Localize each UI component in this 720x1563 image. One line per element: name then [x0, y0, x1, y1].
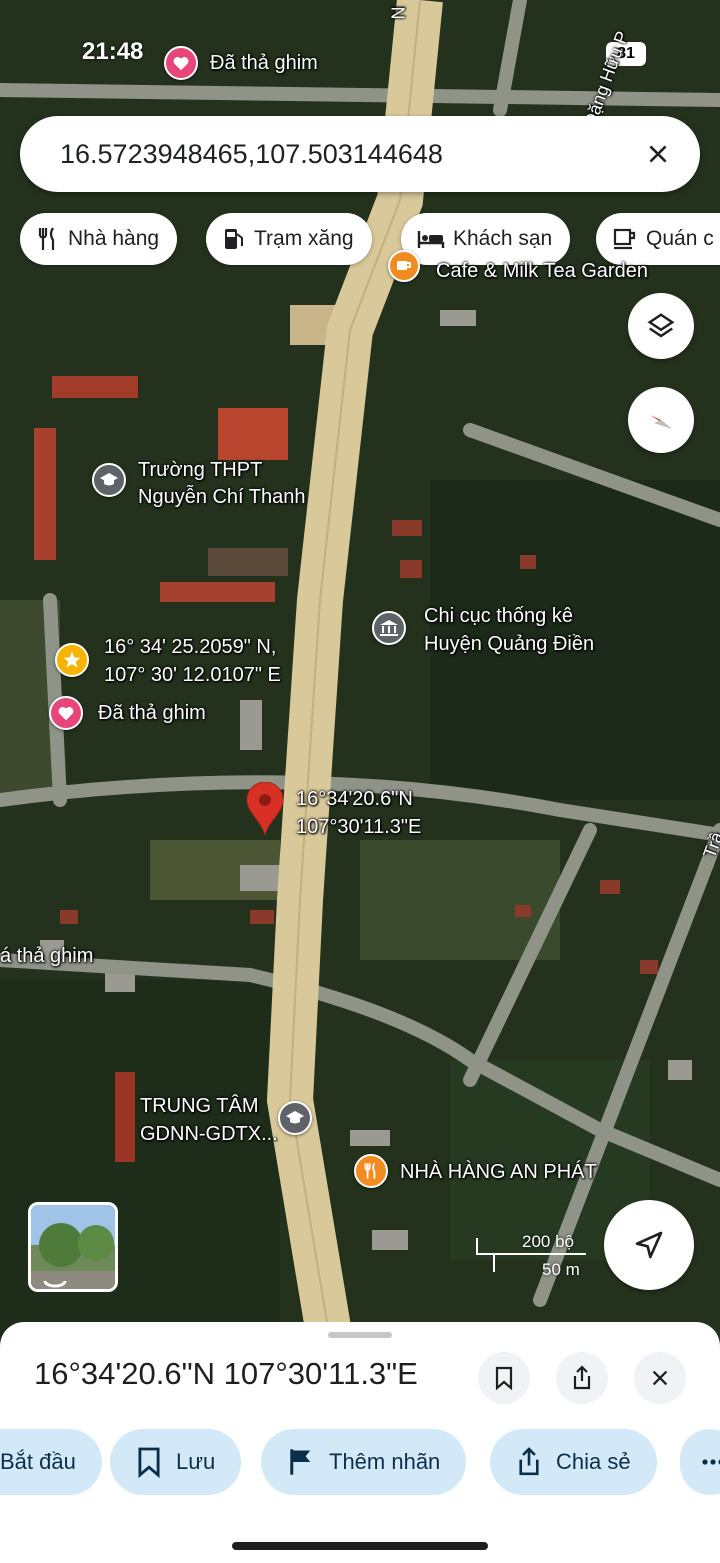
add-label-button[interactable]: Thêm nhãn: [261, 1429, 467, 1495]
navigation-arrow-icon: [635, 1231, 663, 1259]
drag-handle[interactable]: [328, 1332, 392, 1338]
map-label-saved-top[interactable]: Đã thả ghim: [210, 50, 318, 76]
status-time: 21:48: [82, 38, 144, 65]
saved-pin-icon[interactable]: [49, 696, 83, 730]
clear-search-button[interactable]: [638, 134, 678, 174]
starred-place-icon[interactable]: [55, 643, 89, 677]
chip-restaurant[interactable]: Nhà hàng: [20, 213, 178, 265]
map-label-star-1[interactable]: 16° 34' 25.2059" N,: [104, 634, 276, 660]
chip-gas-station[interactable]: Trạm xăng: [206, 213, 372, 265]
share-icon: [573, 1365, 591, 1390]
close-icon: [652, 1370, 668, 1386]
hotel-icon: [417, 231, 445, 248]
chip-label: Khách sạn: [453, 227, 553, 250]
saved-pin-icon[interactable]: [164, 46, 198, 80]
close-icon: [649, 145, 667, 163]
street-view-image: [31, 1205, 115, 1289]
restaurant-icon: [38, 227, 55, 250]
home-indicator: [232, 1542, 488, 1550]
start-button[interactable]: Bắt đầu: [0, 1429, 102, 1495]
close-sheet-button[interactable]: [634, 1352, 686, 1404]
flag-icon: [290, 1449, 311, 1475]
action-label: Bắt đầu: [0, 1449, 76, 1474]
map-label-center-1[interactable]: TRUNG TÂM: [140, 1093, 259, 1119]
layers-icon: [647, 313, 675, 338]
government-poi-icon[interactable]: [372, 611, 406, 645]
map-label-star-2[interactable]: 107° 30' 12.0107" E: [104, 662, 281, 688]
search-query[interactable]: 16.5723948465,107.503144648: [60, 139, 638, 170]
map-label-pin-2: 107°30'11.3"E: [296, 816, 422, 838]
street-view-thumbnail[interactable]: [28, 1202, 118, 1292]
map-label-school-1[interactable]: Trường THPT: [138, 457, 262, 483]
more-dots-icon: [702, 1459, 720, 1465]
cafe-poi-icon[interactable]: [388, 250, 420, 282]
map-label-pin-1: 16°34'20.6"N: [296, 788, 413, 810]
map-label-restaurant[interactable]: NHÀ HÀNG AN PHÁT: [400, 1159, 597, 1185]
more-actions-button[interactable]: [680, 1429, 720, 1495]
map-label-road: N: [388, 6, 409, 20]
dropped-pin-marker[interactable]: [246, 782, 284, 836]
map-label-center-2[interactable]: GDNN-GDTX...: [140, 1121, 278, 1147]
bookmark-icon: [495, 1366, 513, 1390]
compass-button[interactable]: [628, 387, 694, 453]
place-bottom-sheet[interactable]: 16°34'20.6"N 107°30'11.3"E Bắt đầu Lưu T…: [0, 1322, 720, 1563]
map-label-school-2[interactable]: Nguyễn Chí Thanh: [138, 484, 306, 510]
chip-label: Nhà hàng: [68, 227, 160, 250]
chip-label: Trạm xăng: [254, 227, 354, 250]
share-button[interactable]: Chia sẻ: [490, 1429, 657, 1495]
share-icon: [519, 1447, 539, 1476]
action-label: Chia sẻ: [556, 1449, 631, 1474]
map-view[interactable]: 21:48 81 Đã thả ghim Đặng Hữu P N 16.572…: [0, 0, 720, 1340]
school-poi-icon[interactable]: [278, 1101, 312, 1135]
map-label-saved-mid[interactable]: Đã thả ghim: [98, 700, 206, 726]
scale-imperial: 200 bộ: [522, 1232, 574, 1251]
map-scale: 200 bộ 50 m: [474, 1232, 594, 1282]
compass-icon: [650, 415, 672, 429]
gas-station-icon: [225, 229, 243, 249]
action-label: Thêm nhãn: [329, 1449, 441, 1474]
scale-metric: 50 m: [542, 1260, 580, 1279]
bookmark-icon: [138, 1447, 160, 1478]
cafe-icon: [613, 228, 636, 250]
restaurant-poi-icon[interactable]: [354, 1154, 388, 1188]
map-label-saved-left[interactable]: á thả ghim: [0, 943, 93, 969]
action-label: Lưu: [176, 1449, 216, 1474]
map-label-stats-2[interactable]: Huyện Quảng Điền: [424, 631, 594, 657]
chip-label: Quán c: [646, 227, 714, 250]
bookmark-button[interactable]: [478, 1352, 530, 1404]
save-button[interactable]: Lưu: [110, 1429, 242, 1495]
search-bar[interactable]: 16.5723948465,107.503144648: [20, 116, 700, 192]
map-label-cafe[interactable]: Cafe & Milk Tea Garden: [436, 258, 648, 284]
share-icon-button[interactable]: [556, 1352, 608, 1404]
map-label-stats-1[interactable]: Chi cục thống kê: [424, 603, 573, 629]
school-poi-icon[interactable]: [92, 463, 126, 497]
my-location-button[interactable]: [604, 1200, 694, 1290]
place-title: 16°34'20.6"N 107°30'11.3"E: [34, 1356, 418, 1391]
layers-button[interactable]: [628, 293, 694, 359]
